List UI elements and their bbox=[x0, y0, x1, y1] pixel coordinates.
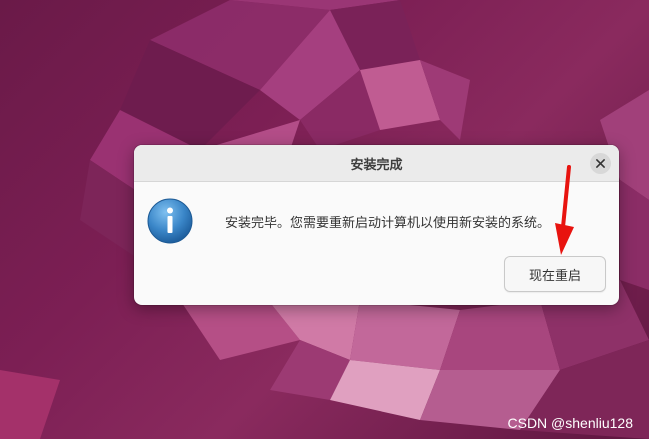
desktop: 安装完成 安装完毕。您需要重新启动计算机以使用新安装的系统。 现在重启 CSDN… bbox=[0, 0, 649, 439]
dialog-message: 安装完毕。您需要重新启动计算机以使用新安装的系统。 bbox=[225, 216, 551, 231]
restart-now-button[interactable]: 现在重启 bbox=[504, 256, 606, 292]
close-button[interactable] bbox=[590, 153, 611, 174]
csdn-watermark: CSDN @shenliu128 bbox=[507, 415, 634, 431]
dialog-title: 安装完成 bbox=[350, 157, 403, 173]
info-icon bbox=[147, 198, 193, 244]
dialog-titlebar: 安装完成 bbox=[134, 145, 619, 182]
install-complete-dialog: 安装完成 安装完毕。您需要重新启动计算机以使用新安装的系统。 现在重启 bbox=[134, 145, 619, 305]
close-icon bbox=[596, 159, 605, 168]
red-arrow-annotation bbox=[555, 165, 574, 255]
